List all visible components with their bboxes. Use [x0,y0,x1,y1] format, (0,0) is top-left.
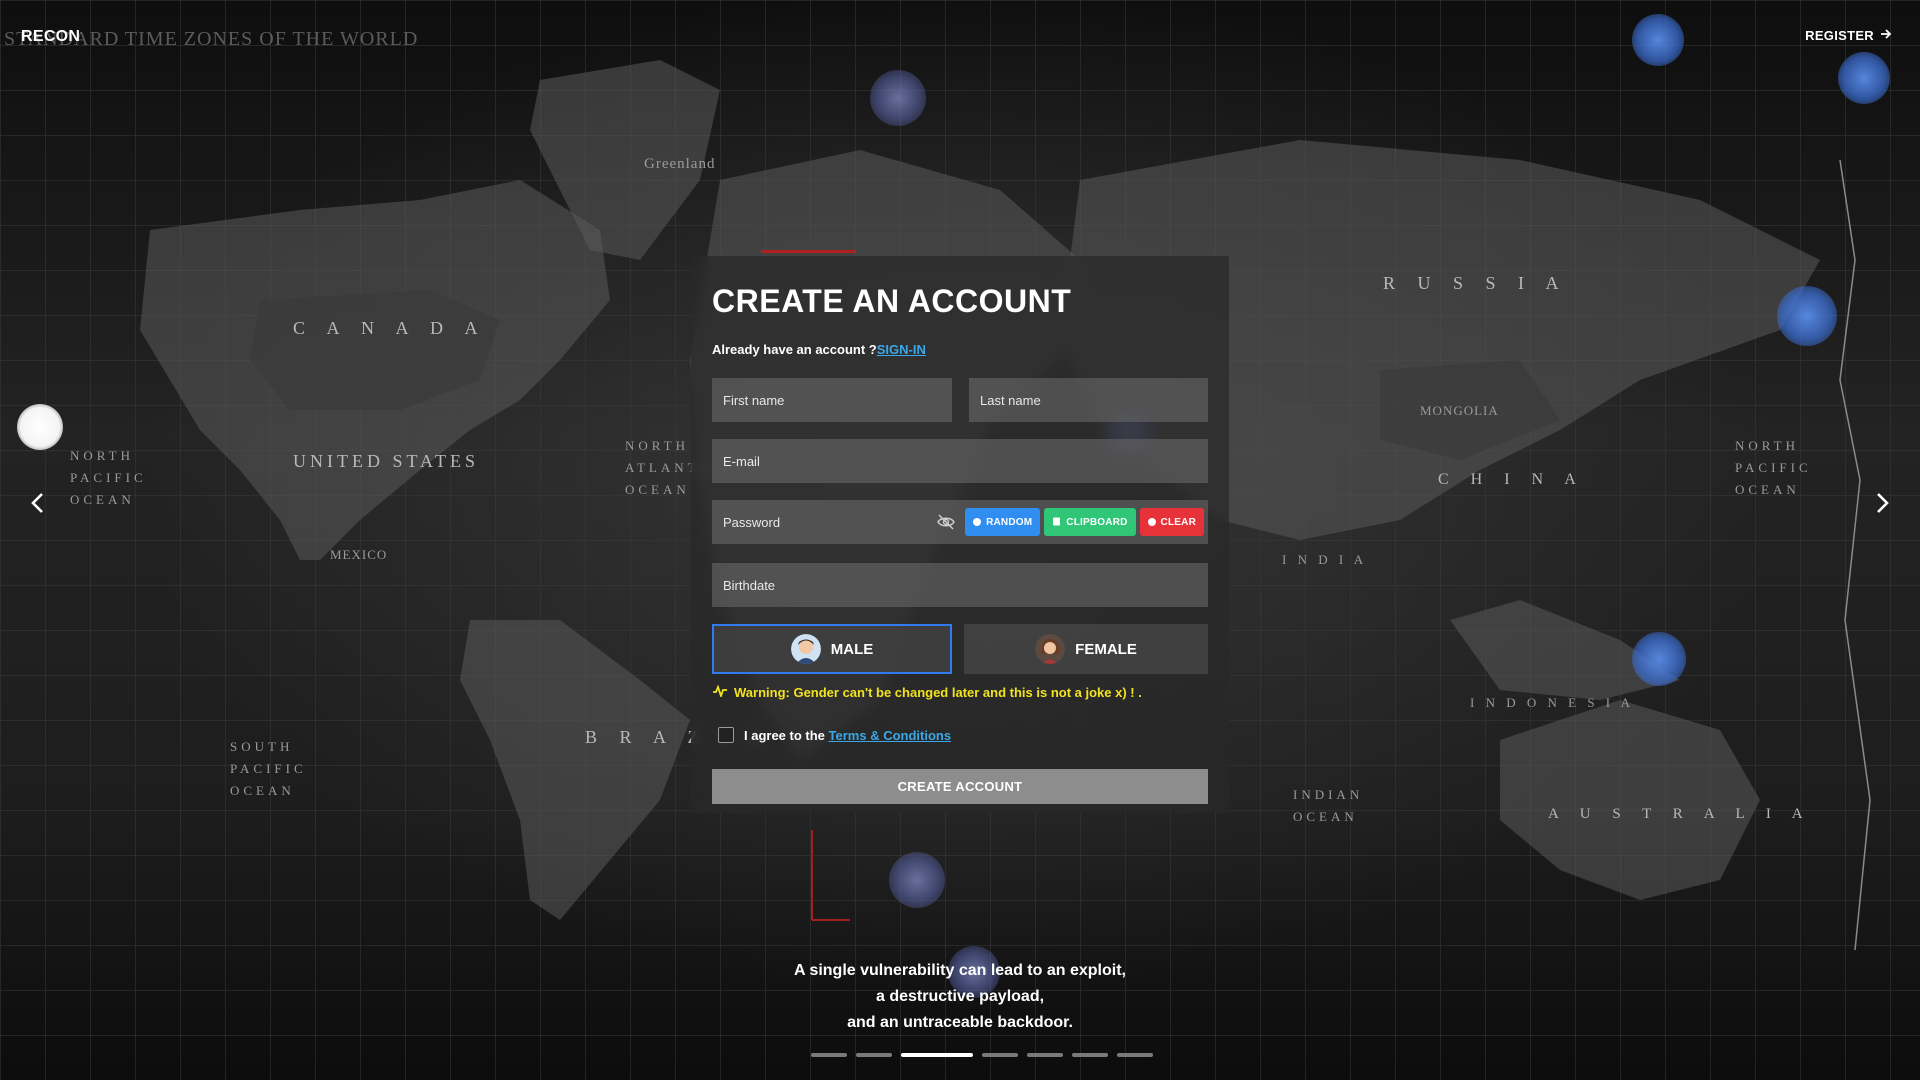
map-label-india: I N D I A [1282,552,1368,567]
tagline-line-1: A single vulnerability can lead to an ex… [794,962,1126,979]
female-avatar-icon [1035,634,1066,664]
carousel-dot[interactable] [1027,1053,1063,1057]
password-tools: RANDOM CLIPBOARD CLEAR [935,508,1204,536]
carousel-dot[interactable] [856,1053,892,1057]
signin-row: Already have an account ?SIGN-IN [712,342,926,357]
terms-checkbox[interactable] [718,727,734,743]
terms-link[interactable]: Terms & Conditions [829,728,952,743]
warning-text: Warning: Gender can't be changed later a… [734,685,1142,700]
page-title: CREATE AN ACCOUNT [712,283,1072,319]
clipboard-button[interactable]: CLIPBOARD [1044,508,1136,536]
last-name-field[interactable]: Last name [969,378,1208,422]
map-label-canada: C A N A D A [293,318,487,338]
map-label-russia: R U S S I A [1383,273,1568,293]
signin-prompt: Already have an account ? [712,342,877,357]
email-field[interactable]: E-mail [712,439,1208,483]
clipboard-icon [1052,516,1061,529]
first-name-field[interactable]: First name [712,378,952,422]
glow-orb [889,852,945,908]
last-name-placeholder: Last name [980,392,1041,408]
glow-orb [870,70,926,126]
female-label: FEMALE [1075,640,1137,658]
clear-password-button[interactable]: CLEAR [1139,508,1204,536]
email-placeholder: E-mail [723,453,760,469]
clear-icon [1147,518,1156,526]
carousel-dot[interactable] [901,1053,973,1057]
map-label-indian-ocean: INDIAN OCEAN [1293,787,1364,824]
dice-icon [973,518,982,526]
map-label-mexico: MEXICO [330,547,388,562]
glow-orb-white [17,404,63,450]
carousel-dot[interactable] [1117,1053,1153,1057]
register-link[interactable]: REGISTER [1805,28,1892,43]
chevron-right-icon [1874,492,1890,519]
clear-label: CLEAR [1160,516,1196,528]
first-name-placeholder: First name [723,392,785,408]
map-label-australia: A U S T R A L I A [1548,806,1812,822]
gender-male-button[interactable]: MALE [712,624,952,674]
glow-orb [1632,14,1684,66]
carousel-dot[interactable] [811,1053,847,1057]
carousel-indicators [811,1053,1153,1057]
pulse-icon [712,684,728,700]
logo[interactable]: RECON [21,28,80,46]
map-label-greenland: Greenland [644,156,716,172]
map-label-north-pacific: NORTH PACIFIC OCEAN [70,448,147,507]
map-label-mongolia: MONGOLIA [1420,403,1499,418]
map-label-united-states: UNITED STATES [293,451,480,471]
carousel-prev-button[interactable] [24,488,52,522]
terms-row: I agree to the Terms & Conditions [718,727,951,743]
clipboard-label: CLIPBOARD [1066,516,1128,528]
map-label-indonesia: I N D O N E S I A [1470,695,1635,710]
tagline-line-3: and an untraceable backdoor. [847,1014,1073,1031]
random-password-button[interactable]: RANDOM [965,508,1041,536]
password-field[interactable]: Password RANDOM CLIPBOARD CLEAR [712,500,1208,544]
carousel-dot[interactable] [1072,1053,1108,1057]
gender-warning: Warning: Gender can't be changed later a… [712,684,1142,700]
male-label: MALE [830,640,874,658]
agree-prefix: I agree to the [744,727,825,743]
carousel-dot[interactable] [982,1053,1018,1057]
map-label-south-pacific: SOUTH PACIFIC OCEAN [230,739,307,798]
glow-orb [1632,632,1686,686]
glow-orb [1838,52,1890,104]
signin-link[interactable]: SIGN-IN [877,342,926,357]
arrow-right-icon [1880,28,1892,43]
create-account-button[interactable]: CREATE ACCOUNT [712,769,1208,804]
random-label: RANDOM [986,516,1033,528]
register-card: CREATE AN ACCOUNT Already have an accoun… [691,250,1229,813]
carousel-next-button[interactable] [1868,488,1896,522]
chevron-left-icon [30,492,46,519]
password-placeholder: Password [723,514,781,530]
tagline-line-2: a destructive payload, [875,988,1045,1005]
glow-orb [1777,286,1837,346]
male-avatar-icon [790,634,821,664]
birthdate-field[interactable]: Birthdate [712,563,1208,607]
map-label-china: C H I N A [1438,471,1585,488]
tagline: A single vulnerability can lead to an ex… [0,958,1920,1036]
register-label: REGISTER [1805,28,1874,43]
terms-text: I agree to the Terms & Conditions [744,728,951,743]
gender-female-button[interactable]: FEMALE [964,624,1208,674]
eye-off-icon[interactable] [935,511,957,533]
birthdate-placeholder: Birthdate [723,577,776,593]
map-label-north-pacific-east: NORTH PACIFIC OCEAN [1735,438,1812,497]
